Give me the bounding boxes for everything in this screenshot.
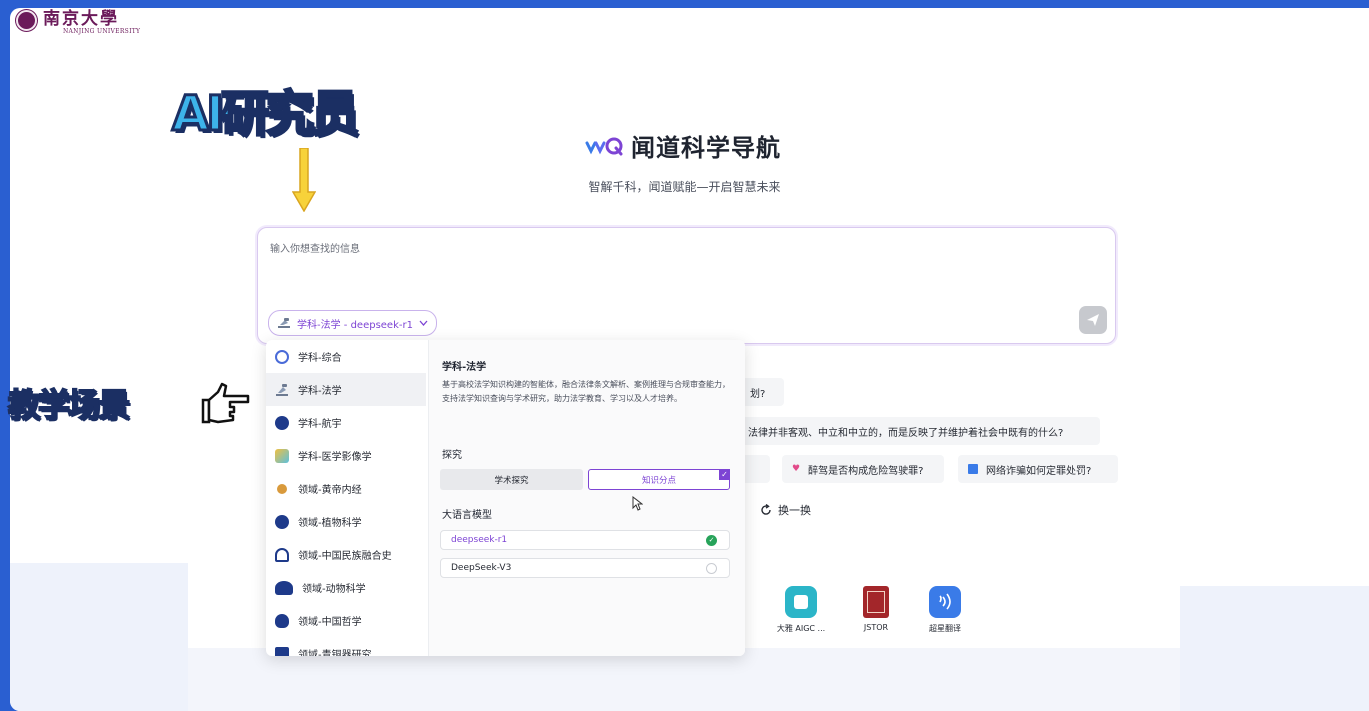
agent-item-law[interactable]: 学科-法学 <box>266 373 426 406</box>
checkmark-icon: ✓ <box>719 469 730 480</box>
agent-item-aerospace[interactable]: 学科-航宇 <box>266 406 426 439</box>
mouse-cursor-icon <box>632 496 643 511</box>
heart-icon: ♥ <box>792 464 801 474</box>
bg-block-left <box>10 563 188 711</box>
pointing-hand-icon <box>201 382 250 424</box>
search-input[interactable]: 输入你想查找的信息 <box>270 240 360 255</box>
model-select-chip[interactable]: 学科-法学 - deepseek-r1 <box>268 310 437 336</box>
send-icon <box>1087 314 1099 326</box>
explore-option-academic[interactable]: 学术探究 <box>440 469 583 490</box>
leaf-icon <box>275 514 289 529</box>
brand-header: 闻道科学导航 <box>585 128 781 163</box>
model-option-label: deepseek-r1 <box>451 535 508 545</box>
university-seal-icon <box>16 10 37 31</box>
question-chip-1-label: 划? <box>750 388 766 400</box>
agent-item-bronze[interactable]: 领域-青铜器研究 <box>266 637 426 656</box>
page-title: 闻道科学导航 <box>631 134 781 162</box>
overlay-scene: 教学场景 <box>7 386 131 424</box>
question-chip-2[interactable]: 法律并非客观、中立和中立的，而是反映了并维护着社会中既有的什么? <box>700 417 1100 445</box>
explore-option-knowledge-label: 知识分点 <box>641 475 676 486</box>
tool-daya[interactable]: 大雅 AIGC ... <box>771 586 831 634</box>
tool-jstor[interactable]: JSTOR <box>846 586 906 632</box>
grid-icon <box>275 349 289 364</box>
send-button[interactable] <box>1079 306 1107 334</box>
agent-dropdown: 学科-综合 学科-法学 学科-航宇 学科-医学影像学 领域-黄帝内经 领域-植物… <box>266 340 745 656</box>
question-chip-4[interactable]: 网络诈骗如何定罪处罚? <box>958 455 1118 483</box>
agent-item-label: 领域-动物科学 <box>302 584 366 595</box>
brand-logo-icon <box>585 137 623 155</box>
agent-item-philosophy[interactable]: 领域-中国哲学 <box>266 604 426 637</box>
jstor-icon <box>863 586 889 618</box>
agent-item-label: 学科-综合 <box>298 353 342 364</box>
logo-cn: 南京大學 <box>43 9 119 29</box>
llm-label: 大语言模型 <box>442 510 492 521</box>
agent-detail-title: 学科-法学 <box>442 362 487 373</box>
agent-item-animal[interactable]: 领域-动物科学 <box>266 571 426 604</box>
tool-translate[interactable]: 超星翻译 <box>915 586 975 634</box>
animal-icon <box>275 580 293 595</box>
refresh-icon <box>761 504 771 515</box>
bronze-icon <box>275 646 289 656</box>
refresh-button[interactable]: 换一换 <box>760 502 811 518</box>
explore-label: 探究 <box>442 450 462 461</box>
gavel-icon <box>278 318 290 328</box>
search-box[interactable]: 输入你想查找的信息 学科-法学 - deepseek-r1 <box>257 227 1116 344</box>
question-chip-3[interactable]: ♥ 醉驾是否构成危险驾驶罪? <box>782 455 944 483</box>
herb-icon <box>277 483 287 494</box>
medical-icon <box>275 448 289 463</box>
planet-icon <box>275 415 289 430</box>
people-icon <box>275 547 289 562</box>
agent-detail-panel: 学科-法学 基于高校法学知识构建的智能体，融合法律条文解析、案例推理与合规审查能… <box>428 340 745 656</box>
daya-icon <box>785 586 817 618</box>
explore-option-knowledge[interactable]: 知识分点 ✓ <box>588 469 730 490</box>
question-chip-3-label: 醉驾是否构成危险驾驶罪? <box>808 465 924 477</box>
agent-item-label: 学科-医学影像学 <box>298 452 372 463</box>
translate-icon <box>929 586 961 618</box>
agent-item-label: 领域-中国哲学 <box>298 617 362 628</box>
model-chip-label: 学科-法学 - deepseek-r1 <box>297 319 413 331</box>
agent-item-label: 领域-黄帝内经 <box>298 485 362 496</box>
check-circle-icon: ✓ <box>706 535 717 546</box>
logo-en: NANJING UNIVERSITY <box>63 28 141 35</box>
agent-item-huangdi[interactable]: 领域-黄帝内经 <box>266 472 426 505</box>
university-logo: 南京大學 NANJING UNIVERSITY <box>16 10 140 35</box>
tool-daya-label: 大雅 AIGC ... <box>776 624 826 633</box>
radio-empty-icon <box>706 563 717 574</box>
agent-detail-description: 基于高校法学知识构建的智能体，融合法律条文解析、案例推理与合规审查能力，支持法学… <box>442 380 730 403</box>
agent-item-label: 领域-青铜器研究 <box>298 650 372 656</box>
agent-item-label: 学科-法学 <box>298 386 342 397</box>
agent-item-medical[interactable]: 学科-医学影像学 <box>266 439 426 472</box>
bg-block-right <box>1180 586 1369 711</box>
bulb-icon <box>275 613 289 628</box>
agent-item-label: 领域-中国民族融合史 <box>298 551 392 562</box>
agent-item-label: 学科-航宇 <box>298 419 342 430</box>
model-option-deepseek-v3[interactable]: DeepSeek-V3 <box>440 558 730 578</box>
overlay-title: AI研究员 <box>170 86 360 142</box>
chevron-down-icon <box>419 320 428 326</box>
agent-item-plant[interactable]: 领域-植物科学 <box>266 505 426 538</box>
model-option-label: DeepSeek-V3 <box>451 563 512 573</box>
book-icon <box>968 464 978 474</box>
question-chip-2-label: 法律并非客观、中立和中立的，而是反映了并维护着社会中既有的什么? <box>748 427 1064 439</box>
gavel-icon <box>276 383 288 396</box>
bg-block-bottom <box>188 648 1183 711</box>
agent-list: 学科-综合 学科-法学 学科-航宇 学科-医学影像学 领域-黄帝内经 领域-植物… <box>266 340 426 656</box>
model-option-deepseek-r1[interactable]: deepseek-r1 ✓ <box>440 530 730 550</box>
tool-translate-label: 超星翻译 <box>929 624 961 633</box>
agent-item-general[interactable]: 学科-综合 <box>266 340 426 373</box>
agent-item-label: 领域-植物科学 <box>298 518 362 529</box>
agent-item-ethnic[interactable]: 领域-中国民族融合史 <box>266 538 426 571</box>
refresh-label: 换一换 <box>778 504 811 517</box>
tool-jstor-label: JSTOR <box>863 623 889 632</box>
question-chip-4-label: 网络诈骗如何定罪处罚? <box>986 465 1092 477</box>
page-subtitle: 智解千科，闻道赋能—开启智慧未来 <box>588 180 781 194</box>
